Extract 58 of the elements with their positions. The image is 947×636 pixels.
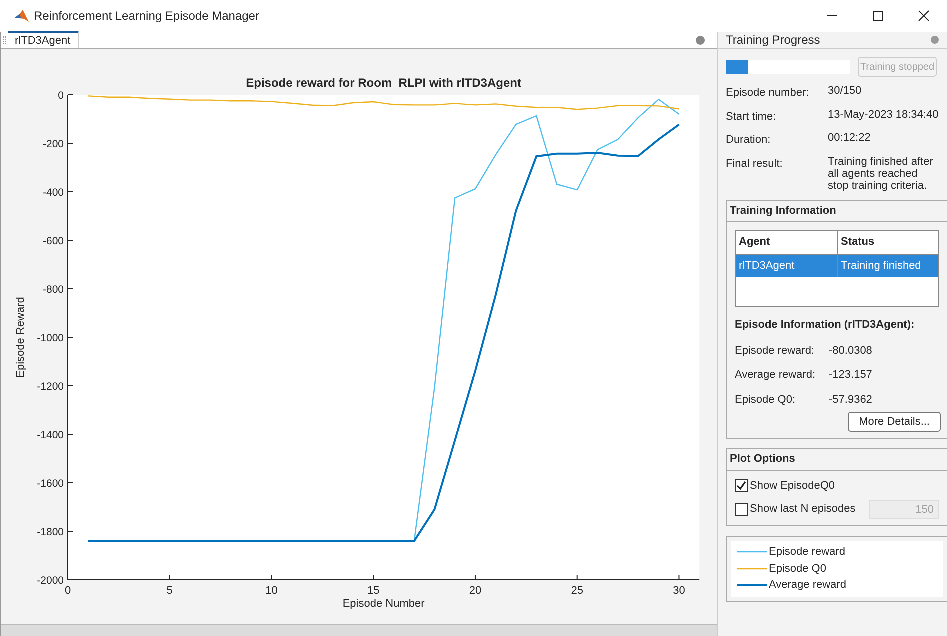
y-tick-label: -2000 xyxy=(37,575,64,587)
app-logo-icon xyxy=(15,10,29,22)
y-tick-label: -800 xyxy=(42,284,64,296)
field-label: Duration: xyxy=(726,133,772,148)
field-value: 13-May-2023 18:34:40 xyxy=(828,108,939,122)
panel-menu-icon[interactable] xyxy=(696,36,705,45)
field-label: Episode number: xyxy=(726,86,810,101)
y-tick-label: -1600 xyxy=(37,478,64,490)
table-cell-text: Training finished xyxy=(840,258,922,274)
x-tick-label: 15 xyxy=(368,585,380,597)
checkbox-label: Show EpisodeQ0 xyxy=(750,478,835,494)
field-value: -123.157 xyxy=(829,368,872,383)
y-tick-label: -400 xyxy=(42,187,64,199)
table-row[interactable]: rlTD3Agent Training finished xyxy=(736,254,938,277)
legend-label: Episode reward xyxy=(769,545,846,560)
x-tick-label: 10 xyxy=(266,585,278,597)
y-tick-label: 0 xyxy=(58,90,64,102)
legend-label: Episode Q0 xyxy=(769,562,826,576)
checkbox-label: Show last N episodes xyxy=(750,502,856,518)
window-title: Reinforcement Learning Episode Manager xyxy=(34,8,260,25)
field-label: Average reward: xyxy=(735,368,817,383)
y-axis-label: Episode Reward xyxy=(15,297,27,378)
checkbox[interactable] xyxy=(735,503,748,516)
field-label: Final result: xyxy=(726,156,784,172)
y-tick-label: -200 xyxy=(42,138,64,150)
field-value: -80.0308 xyxy=(829,344,872,358)
panel-menu-icon[interactable] xyxy=(931,36,939,44)
field-value: 00:12:22 xyxy=(828,132,871,146)
field-value: -57.9362 xyxy=(829,392,872,408)
x-tick-label: 20 xyxy=(469,585,482,597)
x-axis-label: Episode Number xyxy=(342,598,425,610)
more-details-button[interactable]: More Details... xyxy=(848,412,941,432)
document-tab[interactable]: rlTD3Agent xyxy=(8,31,79,48)
checkbox[interactable] xyxy=(735,479,748,492)
y-tick-label: -1000 xyxy=(37,332,64,344)
x-tick-label: 5 xyxy=(166,585,173,597)
table-cell: rlTD3Agent xyxy=(736,254,838,277)
y-tick-label: -1800 xyxy=(37,526,64,538)
column-header: Agent xyxy=(736,231,838,254)
x-tick-label: 25 xyxy=(571,585,584,597)
group-title: Training Information xyxy=(727,200,947,222)
field-value: Training finished after all agents reached stop training criteria. xyxy=(828,156,934,192)
y-tick-label: -1200 xyxy=(37,381,64,393)
group-title: Plot Options xyxy=(727,449,947,470)
field-label: Start time: xyxy=(726,110,778,124)
y-tick-label: -1400 xyxy=(37,430,64,442)
x-tick-label: 0 xyxy=(64,585,72,597)
chart-title: Episode reward for Room_RLPI with rlTD3Agent xyxy=(246,76,522,90)
y-tick-label: -600 xyxy=(42,236,64,248)
drag-grip-icon xyxy=(3,36,6,44)
x-tick-label: 30 xyxy=(673,585,686,597)
section-title: Episode Information (rlTD3Agent): xyxy=(734,318,916,333)
field-value: 30/150 xyxy=(828,85,862,99)
column-header: Status xyxy=(840,235,876,250)
legend-label: Average reward xyxy=(769,578,846,593)
panel-title: Training Progress xyxy=(726,32,820,49)
field-label: Episode reward: xyxy=(735,344,816,358)
field-label: Episode Q0: xyxy=(735,392,797,408)
